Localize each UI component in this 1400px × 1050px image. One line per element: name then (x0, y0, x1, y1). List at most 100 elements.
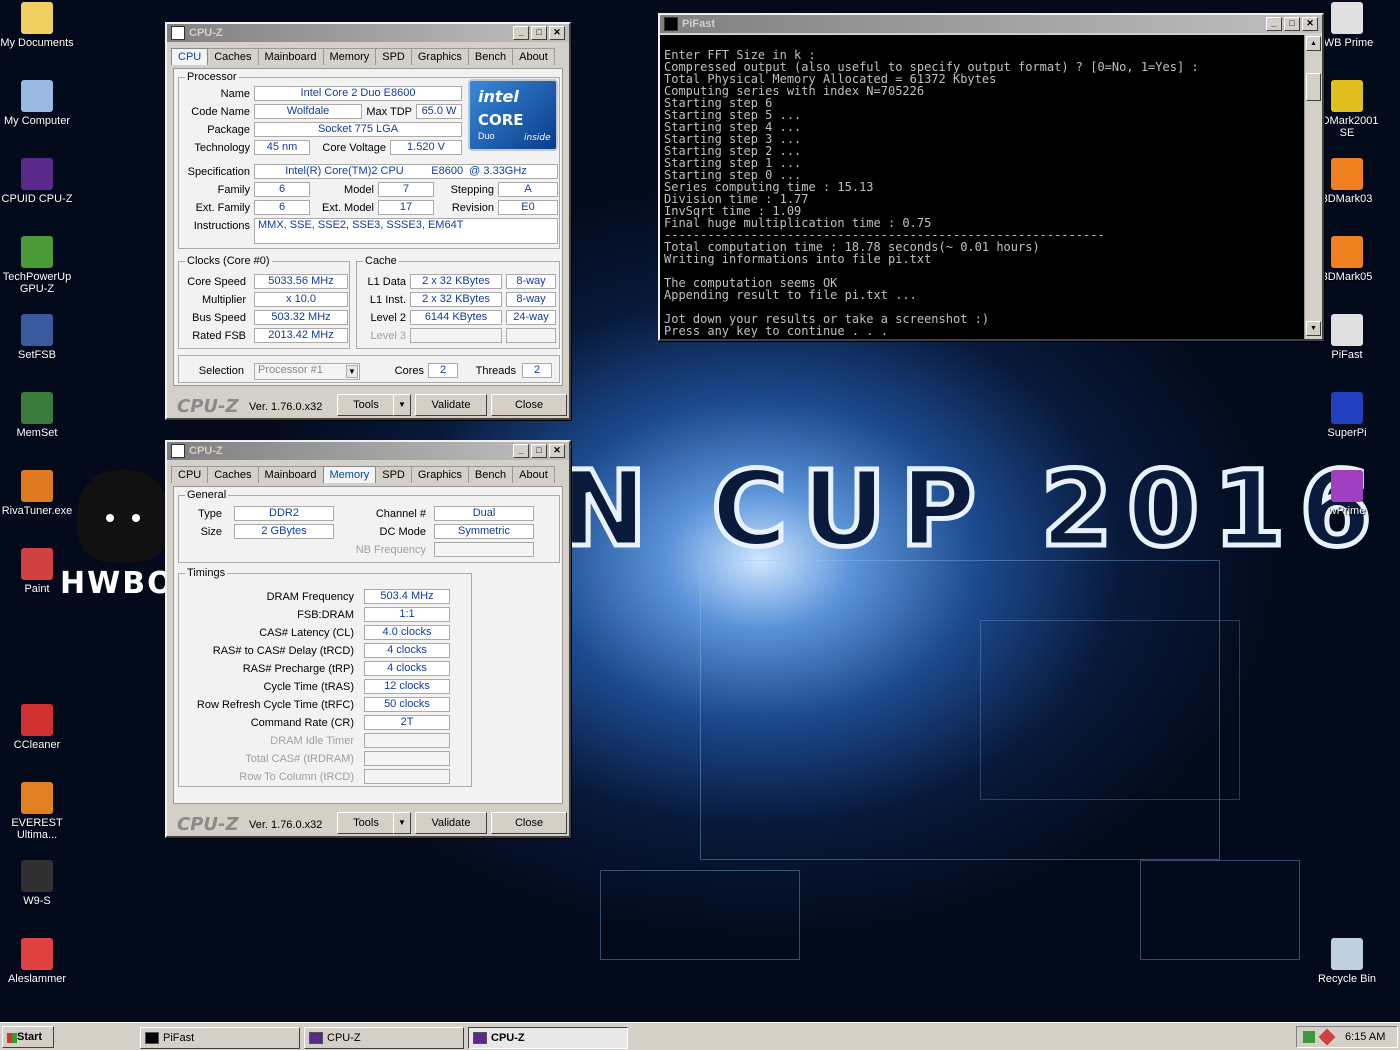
chevron-down-icon[interactable]: ▼ (346, 365, 358, 378)
start-button[interactable]: Start (2, 1026, 54, 1048)
maximize-button[interactable]: □ (531, 444, 547, 458)
group-label: Cache (363, 255, 399, 267)
memset-icon (21, 392, 53, 424)
tools-dropdown-icon[interactable]: ▼ (393, 812, 411, 834)
desktop-icon-techpowerup-gpu-z[interactable]: TechPowerUp GPU-Z (0, 236, 74, 295)
validate-button[interactable]: Validate (415, 812, 487, 834)
desktop-icon-memset[interactable]: MemSet (0, 392, 74, 439)
desktop-icon-recycle-bin[interactable]: Recycle Bin (1310, 938, 1384, 985)
desktop-icon-cpuid-cpu-z[interactable]: CPUID CPU-Z (0, 158, 74, 205)
desktop-icon-everest-ultima[interactable]: EVEREST Ultima... (0, 782, 74, 841)
taskbar-item-pifast[interactable]: PiFast (140, 1027, 300, 1049)
scroll-down-icon[interactable]: ▼ (1306, 321, 1321, 336)
l2-value: 6144 KBytes (410, 310, 502, 325)
tab-memory[interactable]: Memory (322, 48, 377, 65)
tab-about[interactable]: About (512, 466, 555, 483)
scroll-up-icon[interactable]: ▲ (1306, 36, 1321, 51)
close-button[interactable]: ✕ (549, 444, 565, 458)
close-button[interactable]: ✕ (1302, 17, 1318, 31)
corespeed-value: 5033.56 MHz (254, 274, 348, 289)
tab-cpu[interactable]: CPU (171, 466, 209, 483)
desktop-icon-paint[interactable]: Paint (0, 548, 74, 595)
timing-value (364, 733, 450, 748)
console-scrollbar[interactable]: ▲ ▼ (1304, 35, 1322, 339)
desktop-icon-label: 3DMark2001 SE (1315, 115, 1379, 139)
desktop-icon-label: wPrime (1328, 505, 1366, 517)
desktop-icon-my-computer[interactable]: My Computer (0, 80, 74, 127)
start-label: Start (17, 1031, 43, 1043)
intel-core2-duo-logo: intel CORE Duo inside (468, 79, 558, 151)
console-output[interactable]: Enter FFT Size in k : Compressed output (… (660, 35, 1304, 339)
desktop-icon-rivatuner-exe[interactable]: RivaTuner.exe (0, 470, 74, 517)
timing-label: DRAM Idle Timer (270, 735, 354, 747)
validate-button[interactable]: Validate (415, 394, 487, 416)
cpuz-brand-logo: CPU-Z (177, 396, 239, 417)
extfamily-value: 6 (254, 200, 310, 215)
cpuz-mem-titlebar[interactable]: CPU-Z _ □ ✕ (167, 442, 569, 460)
tab-spd[interactable]: SPD (375, 466, 412, 483)
techpowerup-gpu-z-icon (21, 236, 53, 268)
cpuz-cpu-titlebar[interactable]: CPU-Z _ □ ✕ (167, 24, 569, 42)
timing-label: RAS# Precharge (tRP) (242, 663, 354, 675)
desktop-icon-wprime[interactable]: wPrime (1310, 470, 1384, 517)
tab-bench[interactable]: Bench (467, 466, 514, 483)
network-tray-icon[interactable] (1303, 1031, 1315, 1043)
l3-value (410, 328, 502, 343)
cores-label: Cores (394, 365, 424, 377)
close-button[interactable]: Close (491, 812, 567, 834)
pifast-titlebar[interactable]: PiFast _ □ ✕ (660, 15, 1322, 33)
group-label: General (185, 489, 229, 501)
selection-label: Selection (198, 365, 244, 377)
maximize-button[interactable]: □ (1284, 17, 1300, 31)
desktop-icon-setfsb[interactable]: SetFSB (0, 314, 74, 361)
minimize-button[interactable]: _ (513, 444, 529, 458)
desktop-icon-w9-s[interactable]: W9-S (0, 860, 74, 907)
cpu-tab-panel: Processor Name Intel Core 2 Duo E8600 Co… (173, 68, 563, 386)
close-button[interactable]: Close (491, 394, 567, 416)
codename-value: Wolfdale (254, 104, 362, 119)
tab-spd[interactable]: SPD (375, 48, 412, 65)
tab-memory[interactable]: Memory (322, 466, 377, 483)
channel-value: Dual (434, 506, 534, 521)
paint-icon (21, 548, 53, 580)
desktop-icon-my-documents[interactable]: My Documents (0, 2, 74, 49)
specification-label: Specification (187, 166, 250, 178)
clock[interactable]: 6:15 AM (1345, 1031, 1385, 1043)
tools-button[interactable]: Tools (337, 394, 395, 416)
tab-caches[interactable]: Caches (207, 48, 259, 65)
l1d-value: 2 x 32 KBytes (410, 274, 502, 289)
extfamily-label: Ext. Family (195, 202, 250, 214)
tab-caches[interactable]: Caches (207, 466, 259, 483)
tools-dropdown-icon[interactable]: ▼ (393, 394, 411, 416)
desktop-icon-label: CPUID CPU-Z (1, 193, 73, 205)
nbfreq-label: NB Frequency (355, 544, 426, 556)
tab-graphics[interactable]: Graphics (410, 48, 469, 65)
tab-about[interactable]: About (512, 48, 555, 65)
codename-label: Code Name (191, 106, 250, 118)
timing-label: Row Refresh Cycle Time (tRFC) (196, 699, 354, 711)
cpuz-app-icon (473, 1032, 487, 1044)
wallpaper-title: N CUP 2016 (558, 446, 1386, 573)
processor-select[interactable]: Processor #1 (254, 363, 360, 380)
tab-cpu[interactable]: CPU (171, 48, 209, 65)
tray-app-icon[interactable] (1318, 1028, 1336, 1046)
desktop-icon-ccleaner[interactable]: CCleaner (0, 704, 74, 751)
minimize-button[interactable]: _ (1266, 17, 1282, 31)
tab-bench[interactable]: Bench (467, 48, 514, 65)
dcmode-label: DC Mode (379, 526, 426, 538)
scroll-thumb[interactable] (1306, 73, 1321, 101)
tab-graphics[interactable]: Graphics (410, 466, 469, 483)
maximize-button[interactable]: □ (531, 26, 547, 40)
minimize-button[interactable]: _ (513, 26, 529, 40)
close-button[interactable]: ✕ (549, 26, 565, 40)
tools-button[interactable]: Tools (337, 812, 395, 834)
tab-mainboard[interactable]: Mainboard (257, 466, 324, 483)
timing-label: Cycle Time (tRAS) (263, 681, 354, 693)
extmodel-label: Ext. Model (322, 202, 374, 214)
desktop-icon-superpi[interactable]: SuperPi (1310, 392, 1384, 439)
tab-mainboard[interactable]: Mainboard (257, 48, 324, 65)
taskbar-item-cpu-z[interactable]: CPU-Z (468, 1027, 628, 1049)
corespeed-label: Core Speed (187, 276, 246, 288)
desktop-icon-aleslammer[interactable]: Aleslammer (0, 938, 74, 985)
taskbar-item-cpu-z[interactable]: CPU-Z (304, 1027, 464, 1049)
